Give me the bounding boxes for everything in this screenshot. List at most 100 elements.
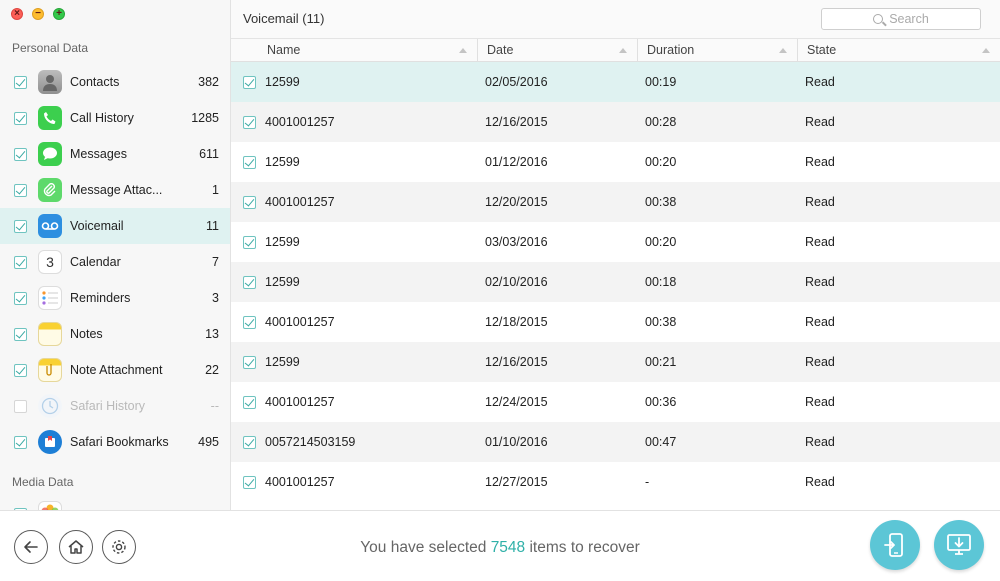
cell-date: 12/18/2015	[485, 315, 548, 329]
footer-bar: You have selected 7548 items to recover	[0, 510, 1000, 581]
row-checkbox[interactable]	[243, 475, 256, 489]
cell-name: 4001001257	[265, 115, 335, 129]
sidebar-item-label: Call History	[70, 111, 134, 125]
row-checkbox[interactable]	[243, 395, 256, 409]
row-checkbox[interactable]	[243, 195, 256, 209]
close-window-button[interactable]: ×	[11, 8, 23, 20]
table-row[interactable]: 4001001257 12/24/2015 00:36 Read	[231, 382, 1000, 422]
row-checkbox[interactable]	[243, 235, 256, 249]
maximize-window-button[interactable]: +	[53, 8, 65, 20]
sidebar-item-call-history[interactable]: Call History 1285	[0, 100, 230, 136]
checkbox[interactable]	[14, 219, 27, 233]
table-row[interactable]: 4001001257 12/27/2015 - Read	[231, 462, 1000, 502]
recover-to-device-icon	[884, 533, 903, 557]
column-header-label: Name	[267, 43, 301, 57]
row-checkbox[interactable]	[243, 435, 256, 449]
cell-date: 01/10/2016	[485, 435, 548, 449]
cell-date: 02/05/2016	[485, 75, 548, 89]
close-icon: ×	[14, 8, 20, 19]
safari-history-icon	[38, 394, 62, 418]
minimize-window-button[interactable]: −	[32, 8, 44, 20]
sidebar-item-reminders[interactable]: Reminders 3	[0, 280, 230, 316]
checkbox[interactable]	[14, 327, 27, 341]
sidebar-item-contacts[interactable]: Contacts 382	[0, 64, 230, 100]
sidebar-item-count: 22	[205, 363, 219, 377]
sidebar-item-messages[interactable]: Messages 611	[0, 136, 230, 172]
recover-to-device-button[interactable]	[870, 520, 920, 570]
cell-name: 4001001257	[265, 475, 335, 489]
checkbox[interactable]	[14, 399, 27, 413]
row-checkbox[interactable]	[243, 355, 256, 369]
cell-duration: 00:20	[645, 235, 677, 249]
table-row[interactable]: 0057214503159 01/10/2016 00:47 Read	[231, 422, 1000, 462]
cell-name: 4001001257	[265, 395, 335, 409]
cell-state: Read	[805, 435, 835, 449]
media-item-partial[interactable]	[0, 498, 230, 510]
table-row[interactable]: 4001001257 12/18/2015 00:38 Read	[231, 302, 1000, 342]
cell-name: 12599	[265, 75, 300, 89]
voicemail-table: Name Date Duration State 12599 02/05/201…	[231, 39, 1000, 510]
sidebar-item-label: Voicemail	[70, 219, 124, 233]
row-checkbox[interactable]	[243, 275, 256, 289]
sidebar-item-notes[interactable]: Notes 13	[0, 316, 230, 352]
checkbox[interactable]	[14, 363, 27, 377]
cell-duration: 00:20	[645, 155, 677, 169]
phone-icon	[38, 106, 62, 130]
cell-duration: 00:28	[645, 115, 677, 129]
recover-to-computer-icon	[947, 534, 971, 555]
recover-to-computer-button[interactable]	[934, 520, 984, 570]
sidebar-item-label: Notes	[70, 327, 103, 341]
cell-duration: 00:18	[645, 275, 677, 289]
cell-duration: 00:38	[645, 315, 677, 329]
checkbox[interactable]	[14, 291, 27, 305]
minimize-icon: −	[35, 8, 41, 19]
checkbox[interactable]	[14, 435, 27, 449]
checkbox[interactable]	[14, 147, 27, 161]
column-header-duration[interactable]: Duration	[638, 39, 798, 61]
sidebar-item-label: Messages	[70, 147, 127, 161]
sort-arrow-icon	[982, 48, 990, 53]
sidebar-item-count: 7	[212, 255, 219, 269]
search-input[interactable]: Search	[821, 8, 981, 30]
sidebar-item-message-attachments[interactable]: Message Attac... 1	[0, 172, 230, 208]
table-row[interactable]: 4001001257 12/20/2015 00:38 Read	[231, 182, 1000, 222]
sidebar-item-safari-bookmarks[interactable]: Safari Bookmarks 495	[0, 424, 230, 460]
column-header-label: State	[807, 43, 837, 57]
table-header: Name Date Duration State	[231, 39, 1000, 62]
cell-name: 12599	[265, 235, 300, 249]
cell-name: 4001001257	[265, 195, 335, 209]
sidebar-item-count: 382	[198, 75, 219, 89]
checkbox[interactable]	[14, 111, 27, 125]
checkbox[interactable]	[14, 75, 27, 89]
table-row[interactable]: 12599 02/05/2016 00:19 Read	[231, 62, 1000, 102]
row-checkbox[interactable]	[243, 75, 256, 89]
table-row[interactable]: 12599 12/16/2015 00:21 Read	[231, 342, 1000, 382]
cell-date: 12/16/2015	[485, 355, 548, 369]
column-header-label: Date	[487, 43, 514, 57]
sort-arrow-icon	[459, 48, 467, 53]
sidebar-item-note-attachment[interactable]: Note Attachment 22	[0, 352, 230, 388]
row-checkbox[interactable]	[243, 155, 256, 169]
sidebar-item-safari-history[interactable]: Safari History --	[0, 388, 230, 424]
cell-date: 02/10/2016	[485, 275, 548, 289]
cell-date: 12/16/2015	[485, 115, 548, 129]
cell-name: 12599	[265, 355, 300, 369]
sort-arrow-icon	[779, 48, 787, 53]
checkbox[interactable]	[14, 255, 27, 269]
table-row[interactable]: 12599 02/10/2016 00:18 Read	[231, 262, 1000, 302]
cell-date: 12/20/2015	[485, 195, 548, 209]
sort-arrow-icon	[619, 48, 627, 53]
table-row[interactable]: 4001001257 12/16/2015 00:28 Read	[231, 102, 1000, 142]
row-checkbox[interactable]	[243, 315, 256, 329]
column-header-name[interactable]: Name	[231, 39, 478, 61]
checkbox[interactable]	[14, 183, 27, 197]
table-row[interactable]: 12599 01/12/2016 00:20 Read	[231, 142, 1000, 182]
column-header-date[interactable]: Date	[478, 39, 638, 61]
sidebar-item-calendar[interactable]: 3 Calendar 7	[0, 244, 230, 280]
sidebar-list: Contacts 382 Call History 1285 Messages …	[0, 64, 230, 460]
column-header-state[interactable]: State	[798, 39, 1000, 61]
row-checkbox[interactable]	[243, 115, 256, 129]
cell-state: Read	[805, 115, 835, 129]
table-row[interactable]: 12599 03/03/2016 00:20 Read	[231, 222, 1000, 262]
sidebar-item-voicemail[interactable]: Voicemail 11	[0, 208, 230, 244]
